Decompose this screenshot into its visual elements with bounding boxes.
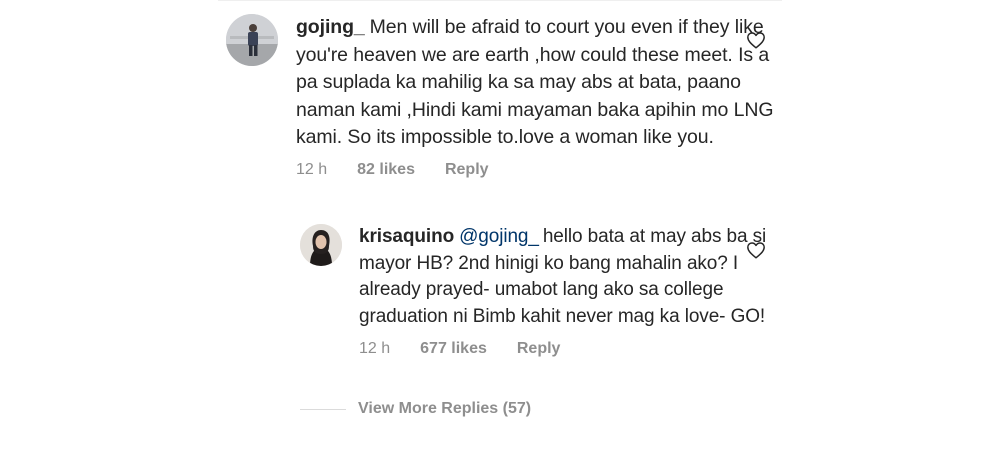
avatar-photo-icon — [300, 224, 342, 266]
top-divider — [218, 0, 782, 1]
view-more-divider — [300, 408, 346, 410]
reply-likes[interactable]: 677 likes — [420, 340, 487, 358]
reply-mention[interactable]: @gojing_ — [459, 226, 539, 247]
reply-time: 12 h — [359, 340, 391, 357]
reply-username[interactable]: krisaquino — [359, 226, 454, 247]
comment-username[interactable]: gojing_ — [296, 16, 365, 38]
user-avatar[interactable] — [226, 14, 278, 66]
comment-time: 12 h — [296, 160, 328, 178]
reply-button[interactable]: Reply — [517, 340, 561, 358]
comments-panel: gojing_ Men will be afraid to court you e… — [0, 0, 1000, 464]
like-heart-icon[interactable] — [746, 31, 766, 49]
comment-likes[interactable]: 82 likes — [357, 161, 415, 179]
comment-body: Men will be afraid to court you even if … — [296, 16, 774, 148]
view-more-label: View More Replies (57) — [358, 400, 532, 417]
reply-comment: krisaquino @gojing_ hello bata at may abs … — [300, 224, 776, 358]
reply-meta: 12 h 677 likes Reply — [359, 340, 776, 358]
avatar-photo-icon — [226, 14, 278, 66]
like-heart-icon[interactable] — [746, 241, 766, 259]
reply-button[interactable]: Reply — [445, 161, 489, 179]
reply-user-avatar[interactable] — [300, 224, 342, 266]
comment-text: gojing_ Men will be afraid to court you e… — [296, 14, 776, 152]
comment-meta: 12 h 82 likes Reply — [296, 161, 776, 179]
view-more-replies-button[interactable]: View More Replies (57) — [300, 400, 531, 418]
comment: gojing_ Men will be afraid to court you e… — [226, 14, 776, 179]
reply-text: krisaquino @gojing_ hello bata at may abs … — [359, 224, 776, 330]
